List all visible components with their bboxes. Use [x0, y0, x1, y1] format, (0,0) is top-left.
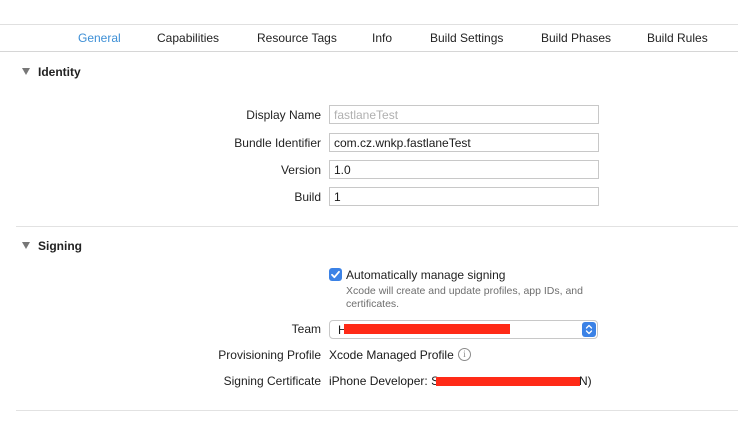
provisioning-profile-value: Xcode Managed Profile	[329, 348, 454, 362]
display-name-field[interactable]	[329, 105, 599, 124]
identity-section-title: Identity	[38, 65, 81, 79]
section-divider	[16, 410, 738, 411]
auto-manage-signing-checkbox[interactable]	[329, 268, 342, 281]
tab-info[interactable]: Info	[372, 31, 392, 45]
section-divider	[16, 226, 738, 227]
team-popup-button[interactable]: H	[329, 320, 598, 339]
redaction-bar	[436, 377, 580, 386]
identity-section-header: Identity	[0, 64, 738, 84]
checkmark-icon	[331, 270, 340, 279]
auto-manage-signing-label: Automatically manage signing	[346, 268, 506, 282]
editor-tab-bar: General Capabilities Resource Tags Info …	[0, 24, 738, 52]
tab-build-rules[interactable]: Build Rules	[647, 31, 708, 45]
provisioning-profile-label: Provisioning Profile	[218, 348, 321, 362]
bundle-identifier-field[interactable]	[329, 133, 599, 152]
signing-section-header: Signing	[0, 238, 738, 258]
signing-certificate-suffix: N)	[579, 374, 592, 388]
build-field[interactable]	[329, 187, 599, 206]
auto-manage-signing-description: Xcode will create and update profiles, a…	[346, 285, 583, 310]
up-down-chevron-icon	[582, 322, 596, 337]
signing-section-title: Signing	[38, 239, 82, 253]
tab-general[interactable]: General	[78, 31, 121, 45]
signing-certificate-label: Signing Certificate	[223, 374, 321, 388]
version-label: Version	[280, 163, 321, 177]
window-top-strip	[0, 0, 738, 24]
tab-build-settings[interactable]: Build Settings	[430, 31, 503, 45]
tab-resource-tags[interactable]: Resource Tags	[257, 31, 337, 45]
tab-capabilities[interactable]: Capabilities	[157, 31, 219, 45]
triangle-down-icon[interactable]	[22, 68, 30, 75]
display-name-label: Display Name	[246, 108, 321, 122]
build-label: Build	[294, 190, 321, 204]
version-field[interactable]	[329, 160, 599, 179]
team-label: Team	[291, 322, 321, 336]
bundle-identifier-label: Bundle Identifier	[234, 136, 321, 150]
tab-build-phases[interactable]: Build Phases	[541, 31, 611, 45]
signing-certificate-value: iPhone Developer: S	[329, 374, 440, 388]
info-circle-icon[interactable]: i	[458, 348, 471, 361]
triangle-down-icon[interactable]	[22, 242, 30, 249]
redaction-bar	[344, 324, 510, 334]
